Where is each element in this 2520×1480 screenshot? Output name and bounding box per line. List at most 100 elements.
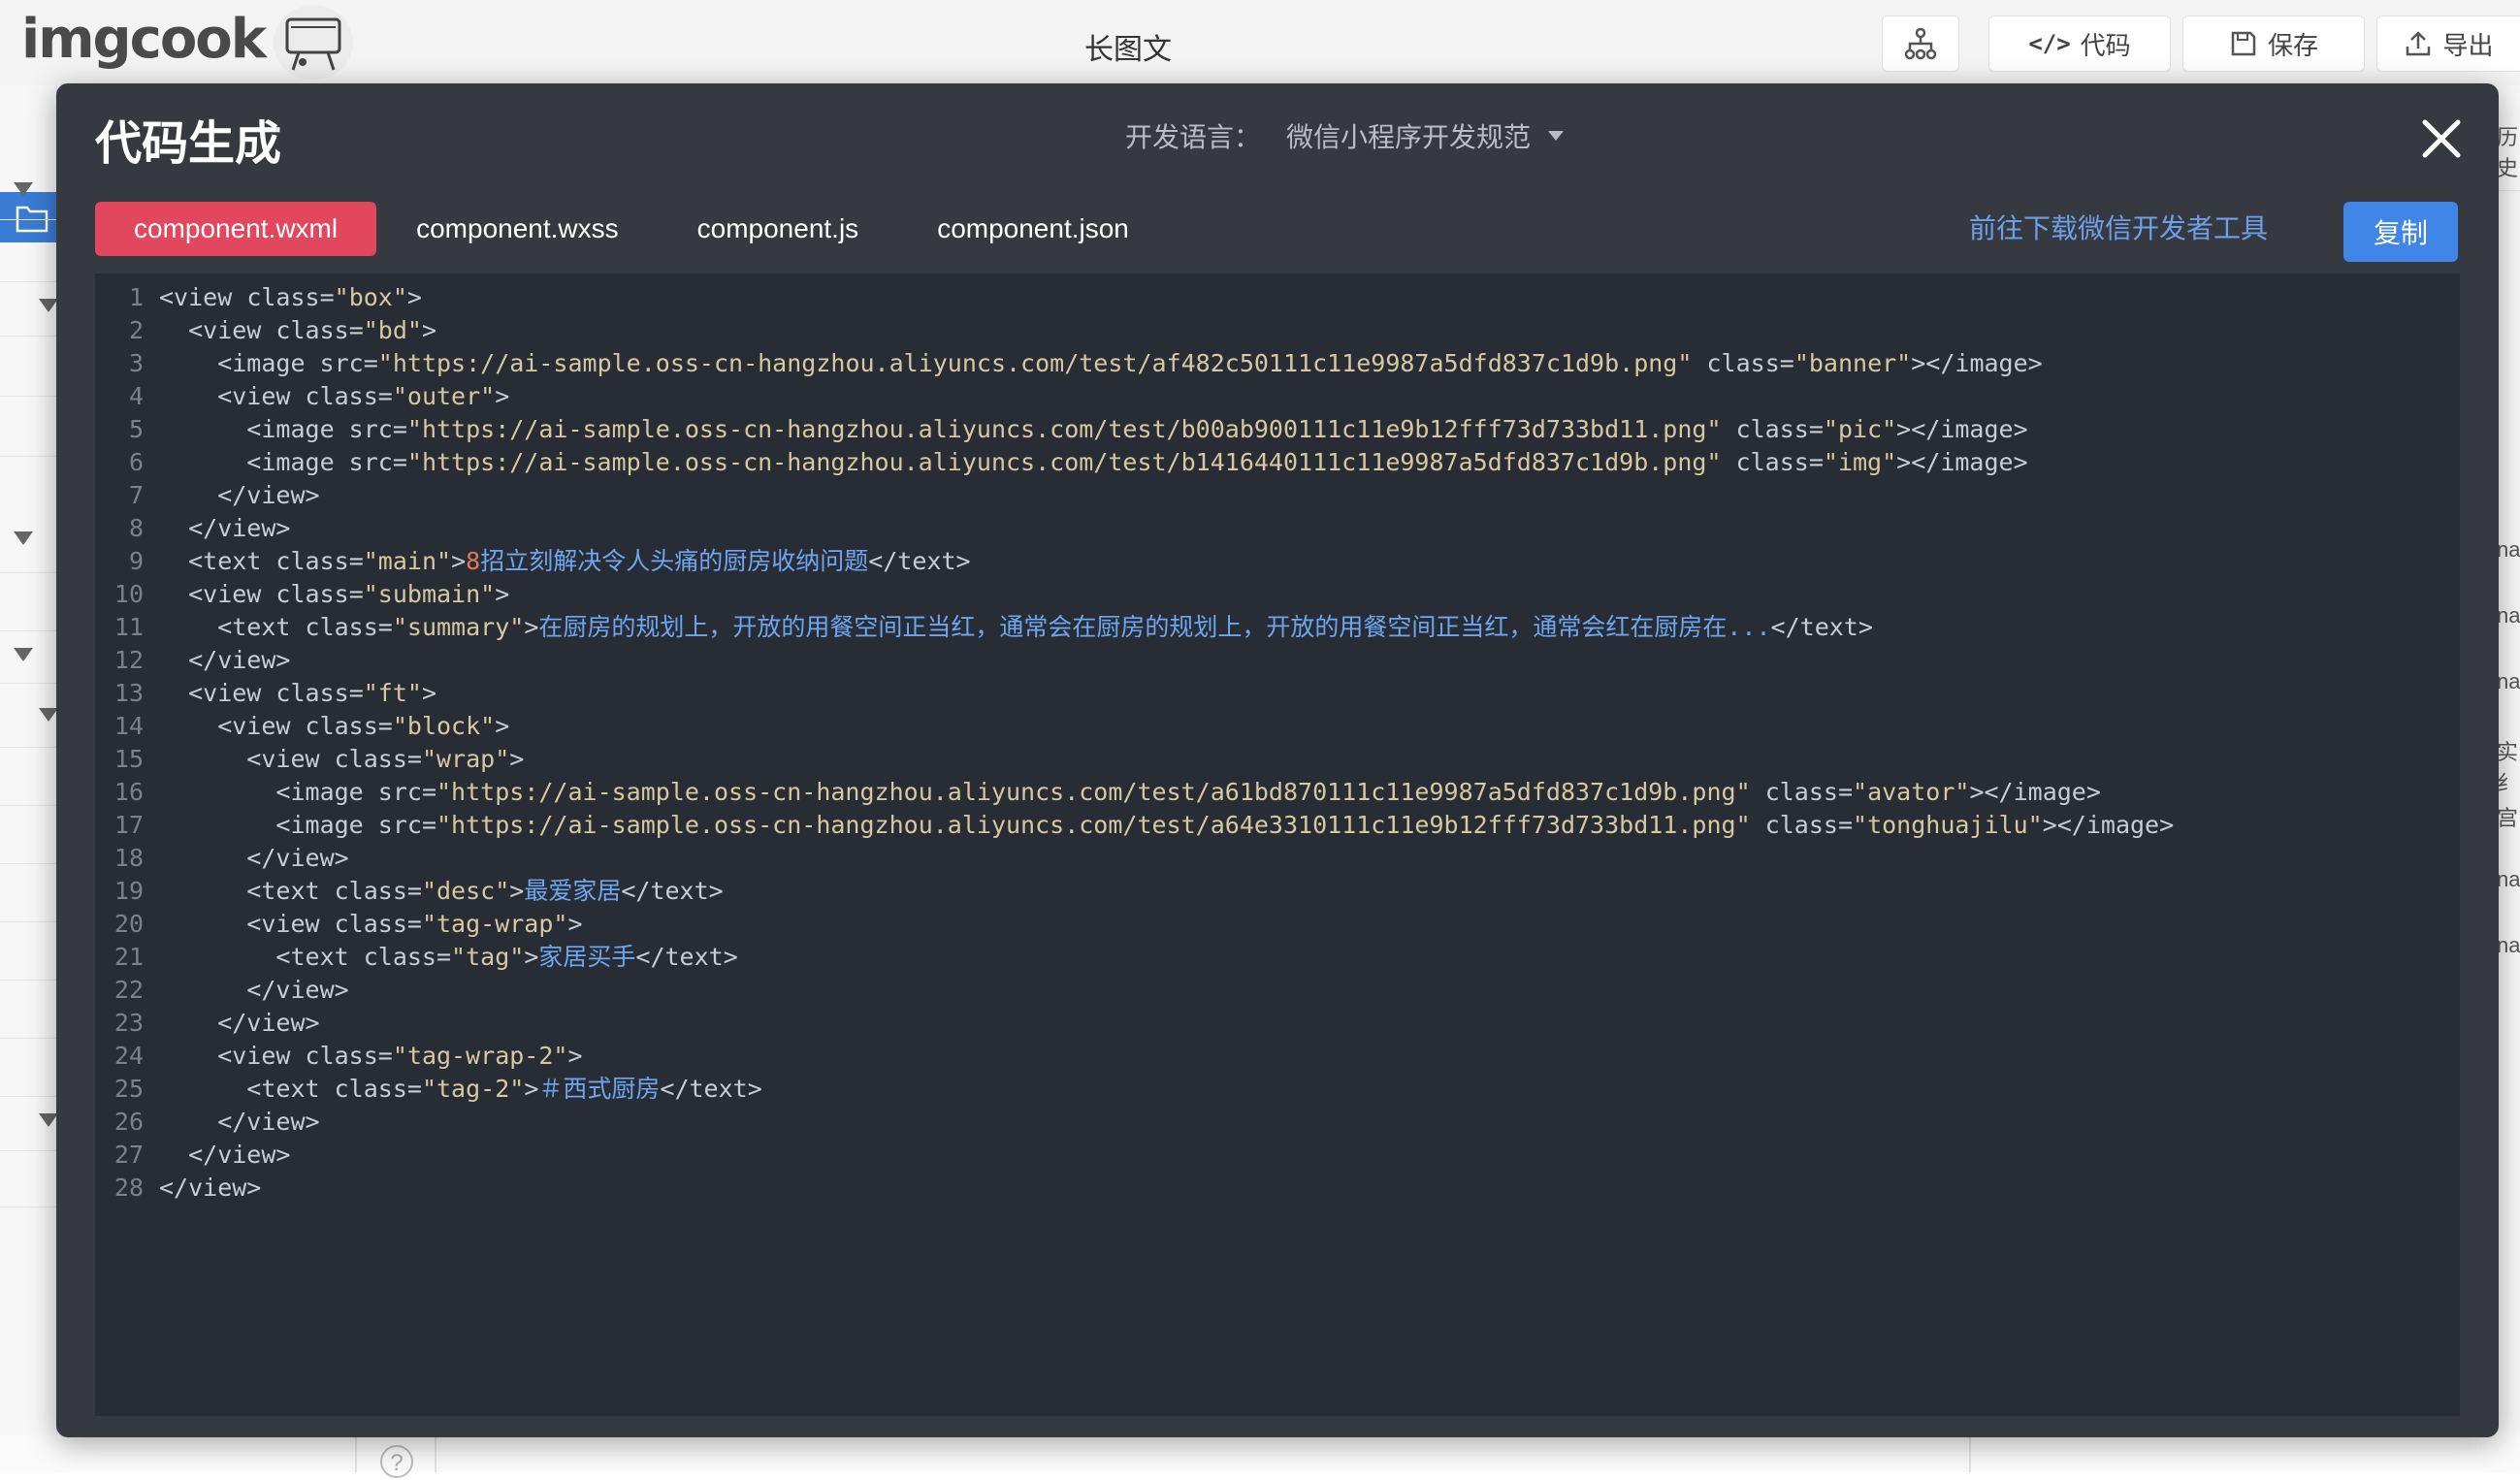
code-text: <image src="https://ai-sample.oss-cn-han… <box>159 413 2027 446</box>
line-number: 25 <box>113 1075 144 1103</box>
structure-button[interactable] <box>1882 16 1959 72</box>
code-line: 18 </view> <box>95 842 2460 875</box>
user-avatar[interactable] <box>274 6 353 80</box>
collapse-arrow-icon[interactable] <box>14 531 33 545</box>
code-token: class <box>334 745 407 773</box>
code-token: ></image> <box>2042 811 2175 839</box>
code-line: 28 </view> <box>95 1172 2460 1205</box>
help-icon[interactable]: ? <box>380 1445 413 1478</box>
export-label: 导出 <box>2442 30 2494 60</box>
sidebar-folder-active[interactable] <box>0 192 56 242</box>
tab-component-json[interactable]: component.json <box>898 202 1168 256</box>
code-token: 家居买手 <box>538 943 636 971</box>
code-line: 4 <view class="outer"> <box>95 380 2460 413</box>
code-text: <text class="tag">家居买手</text> <box>159 941 737 974</box>
code-line: 6 <image src="https://ai-sample.oss-cn-h… <box>95 446 2460 479</box>
code-text: <view class="ft"> <box>159 677 436 710</box>
panel-fragment: 历史 <box>2497 125 2519 180</box>
close-button[interactable] <box>2413 111 2470 167</box>
code-token: <image <box>159 811 378 839</box>
code-token: "banner" <box>1793 349 1912 377</box>
line-number: 20 <box>113 910 144 938</box>
code-token: </text> <box>1770 613 1873 641</box>
line-number: 1 <box>128 283 144 311</box>
code-token: <view <box>159 679 276 707</box>
sidebar-divider <box>0 1038 56 1039</box>
code-token: src <box>348 415 393 443</box>
code-token: <image <box>159 415 349 443</box>
tab-component-js[interactable]: component.js <box>659 202 898 256</box>
panel-fragment: na <box>2497 603 2520 627</box>
code-token: = <box>406 1075 422 1103</box>
code-line: 22 </view> <box>95 974 2460 1007</box>
code-token: = <box>319 283 335 311</box>
code-text: </view> <box>159 1007 319 1040</box>
line-number: 6 <box>128 448 144 476</box>
code-line: 21 <text class="tag">家居买手</text> <box>95 941 2460 974</box>
code-token: 8 <box>466 547 481 575</box>
line-number: 17 <box>113 811 144 839</box>
collapse-arrow-icon[interactable] <box>39 708 58 722</box>
hierarchy-icon <box>1904 27 1937 60</box>
code-token: = <box>377 1042 393 1070</box>
code-line: 12 </view> <box>95 644 2460 677</box>
save-label: 保存 <box>2267 30 2318 60</box>
code-token: 最爱家居 <box>524 877 622 905</box>
code-line: 19 <text class="desc">最爱家居</text> <box>95 875 2460 908</box>
tab-component-wxss[interactable]: component.wxss <box>377 202 658 256</box>
upload-icon <box>2407 31 2431 56</box>
line-number: 28 <box>113 1174 144 1202</box>
code-token: <view <box>159 712 306 740</box>
language-value[interactable]: 微信小程序开发规范 <box>1286 116 1531 155</box>
app-logo[interactable]: imgcook <box>21 8 267 71</box>
panel-fragment: 实纟 <box>2497 740 2519 795</box>
code-line: 11 <text class="summary">在厨房的规划上，开放的用餐空间… <box>95 611 2460 644</box>
code-line: 3 <image src="https://ai-sample.oss-cn-h… <box>95 347 2460 380</box>
language-selector[interactable]: 开发语言： 微信小程序开发规范 <box>1125 116 1565 155</box>
download-devtools-link[interactable]: 前往下载微信开发者工具 <box>1969 208 2268 246</box>
code-token: > <box>495 580 510 608</box>
code-token: = <box>1808 415 1824 443</box>
code-token: <text <box>159 877 335 905</box>
code-text: </view> <box>159 479 319 512</box>
code-token: <view <box>159 283 247 311</box>
collapse-arrow-icon[interactable] <box>39 299 58 312</box>
code-line: 16 <image src="https://ai-sample.oss-cn-… <box>95 776 2460 809</box>
code-editor[interactable]: 1 <view class="box"> 2 <view class="bd"> 3 … <box>95 273 2460 1416</box>
collapse-arrow-icon[interactable] <box>14 182 33 196</box>
sidebar-divider <box>0 219 56 220</box>
caret-down-icon[interactable] <box>1548 131 1565 141</box>
code-text: <text class="summary">在厨房的规划上，开放的用餐空间正当红… <box>159 611 1873 644</box>
panel-fragment: na <box>2497 867 2520 891</box>
tab-component-wxml[interactable]: component.wxml <box>95 202 377 256</box>
code-token: <text <box>159 943 364 971</box>
code-token: </view> <box>159 1141 291 1169</box>
code-token: <view <box>159 382 306 410</box>
copy-button[interactable]: 复制 <box>2343 202 2458 262</box>
code-token: class <box>334 910 407 938</box>
code-token: = <box>406 877 422 905</box>
collapse-arrow-icon[interactable] <box>39 1113 58 1127</box>
sidebar-divider <box>0 921 56 922</box>
line-number: 3 <box>128 349 144 377</box>
line-number: 14 <box>113 712 144 740</box>
code-token: > <box>406 283 422 311</box>
code-token: class <box>275 547 349 575</box>
code-text: <image src="https://ai-sample.oss-cn-han… <box>159 809 2174 842</box>
sidebar-divider <box>0 1096 56 1097</box>
code-token: ></image> <box>1896 448 2028 476</box>
code-text: <view class="outer"> <box>159 380 509 413</box>
code-token: > <box>495 382 510 410</box>
export-button[interactable]: 导出 <box>2376 16 2520 72</box>
save-button[interactable]: 保存 <box>2182 16 2365 72</box>
code-button[interactable]: </> 代码 <box>1988 16 2171 72</box>
code-token: = <box>348 547 364 575</box>
collapse-arrow-icon[interactable] <box>14 648 33 661</box>
code-text: <text class="tag-2">＃西式厨房</text> <box>159 1073 761 1106</box>
code-token: class <box>1764 811 1838 839</box>
code-token: src <box>319 349 364 377</box>
code-token: class <box>275 679 349 707</box>
code-content[interactable]: 1 <view class="box"> 2 <view class="bd"> 3 … <box>95 281 2460 1205</box>
code-token: "desc" <box>421 877 510 905</box>
